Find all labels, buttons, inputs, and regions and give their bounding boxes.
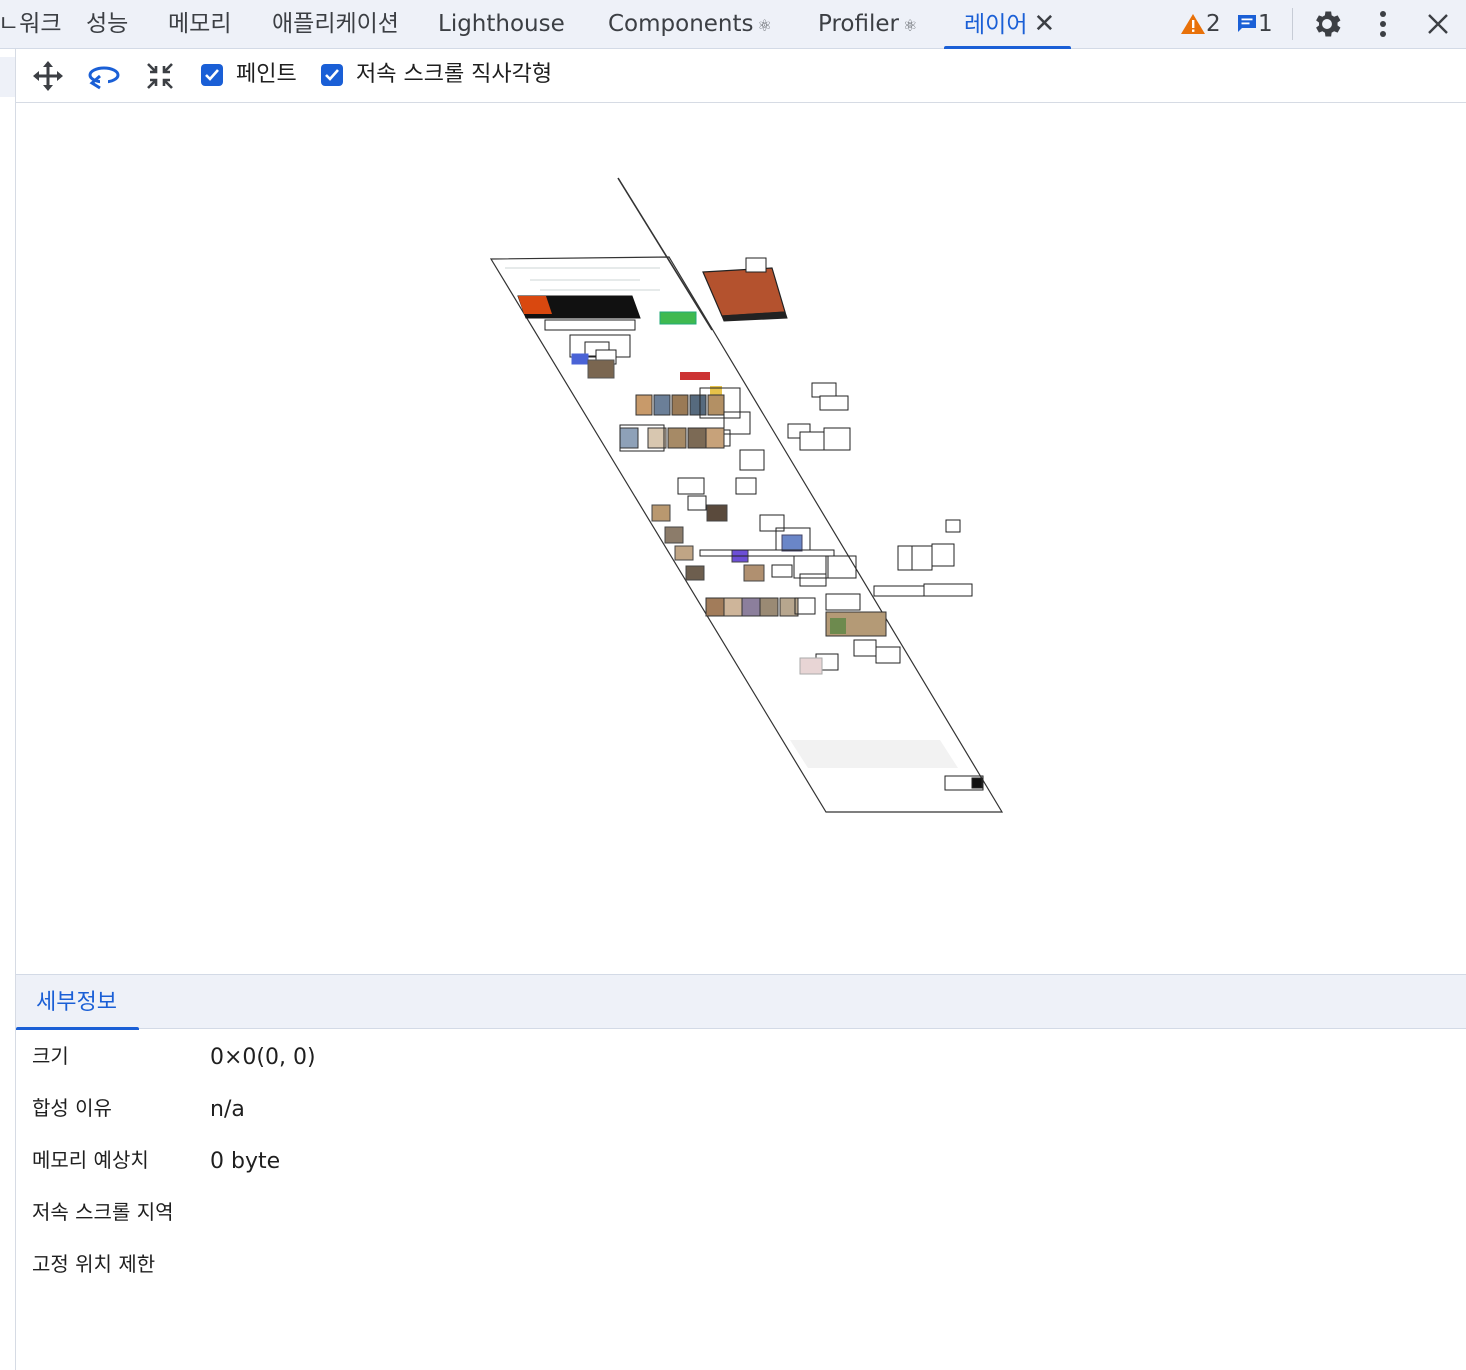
- warnings-counter[interactable]: 2: [1180, 0, 1221, 48]
- messages-count: 1: [1258, 11, 1273, 37]
- close-devtools-icon[interactable]: [1419, 5, 1457, 43]
- layers-toolbar: 페인트 저속 스크롤 직사각형: [16, 49, 1466, 103]
- gutter-strip: [0, 57, 15, 97]
- tab-performance[interactable]: 성능: [86, 0, 128, 48]
- tab-components-label: Components: [608, 11, 754, 37]
- warnings-count: 2: [1206, 11, 1221, 37]
- panel-tab-bar: ㄴ워크 성능 메모리 애플리케이션 Lighthouse Components ⚛…: [0, 0, 1466, 49]
- prop-value: 0×0(0, 0): [210, 1045, 316, 1070]
- toolbar-separator: [1292, 8, 1293, 40]
- prop-row-memory-estimate: 메모리 예상치 0 byte: [16, 1134, 1466, 1186]
- checkmark-icon: [325, 69, 339, 81]
- close-icon[interactable]: ✕: [1033, 0, 1055, 48]
- prop-row-sticky-position-constraint: 고정 위치 제한: [16, 1238, 1466, 1290]
- move-icon[interactable]: [29, 57, 67, 95]
- settings-icon[interactable]: [1308, 5, 1346, 43]
- prop-key: 합성 이유: [32, 1096, 112, 1120]
- prop-row-size: 크기 0×0(0, 0): [16, 1030, 1466, 1082]
- tab-layers-label: 레이어: [964, 12, 1028, 38]
- reset-transform-icon[interactable]: [141, 57, 179, 95]
- slow-scroll-checkbox-label[interactable]: 저속 스크롤 직사각형: [356, 49, 552, 101]
- paint-checkbox-label[interactable]: 페인트: [236, 49, 297, 101]
- tab-profiler[interactable]: Profiler ⚛: [818, 0, 917, 48]
- floating-banner-layer[interactable]: [702, 267, 786, 317]
- layer-tree-visualization[interactable]: [16, 104, 1466, 974]
- paint-checkbox[interactable]: [201, 64, 223, 86]
- slow-scroll-checkbox[interactable]: [321, 64, 343, 86]
- warning-icon: [1181, 14, 1205, 34]
- prop-row-compositing-reasons: 합성 이유 n/a: [16, 1082, 1466, 1134]
- message-icon: [1238, 15, 1256, 32]
- tab-memory[interactable]: 메모리: [168, 0, 231, 48]
- rotate-icon[interactable]: [85, 57, 123, 95]
- tab-application[interactable]: 애플리케이션: [272, 0, 399, 48]
- prop-key: 크기: [32, 1044, 69, 1068]
- tab-details[interactable]: 세부정보: [16, 975, 139, 1030]
- prop-key: 고정 위치 제한: [32, 1252, 156, 1276]
- checkmark-icon: [205, 69, 219, 81]
- tab-profiler-label: Profiler: [818, 11, 899, 37]
- tab-components[interactable]: Components ⚛: [608, 0, 772, 48]
- react-icon: ⚛: [757, 16, 772, 35]
- document-layer[interactable]: [489, 256, 1004, 813]
- tab-network[interactable]: ㄴ워크: [0, 0, 61, 48]
- left-gutter: [0, 49, 16, 1370]
- react-icon: ⚛: [902, 16, 918, 35]
- messages-counter[interactable]: 1: [1236, 0, 1273, 48]
- prop-value: n/a: [210, 1097, 245, 1122]
- prop-key: 메모리 예상치: [32, 1148, 149, 1172]
- more-options-icon[interactable]: [1364, 5, 1402, 43]
- tab-lighthouse[interactable]: Lighthouse: [438, 0, 565, 48]
- prop-key: 저속 스크롤 지역: [32, 1200, 174, 1224]
- layers-3d-view[interactable]: [16, 104, 1466, 974]
- details-tab-bar: 세부정보: [16, 974, 1466, 1030]
- prop-row-slow-scroll-regions: 저속 스크롤 지역: [16, 1186, 1466, 1238]
- prop-value: 0 byte: [210, 1149, 281, 1174]
- tab-layers[interactable]: 레이어 ✕: [943, 0, 1072, 49]
